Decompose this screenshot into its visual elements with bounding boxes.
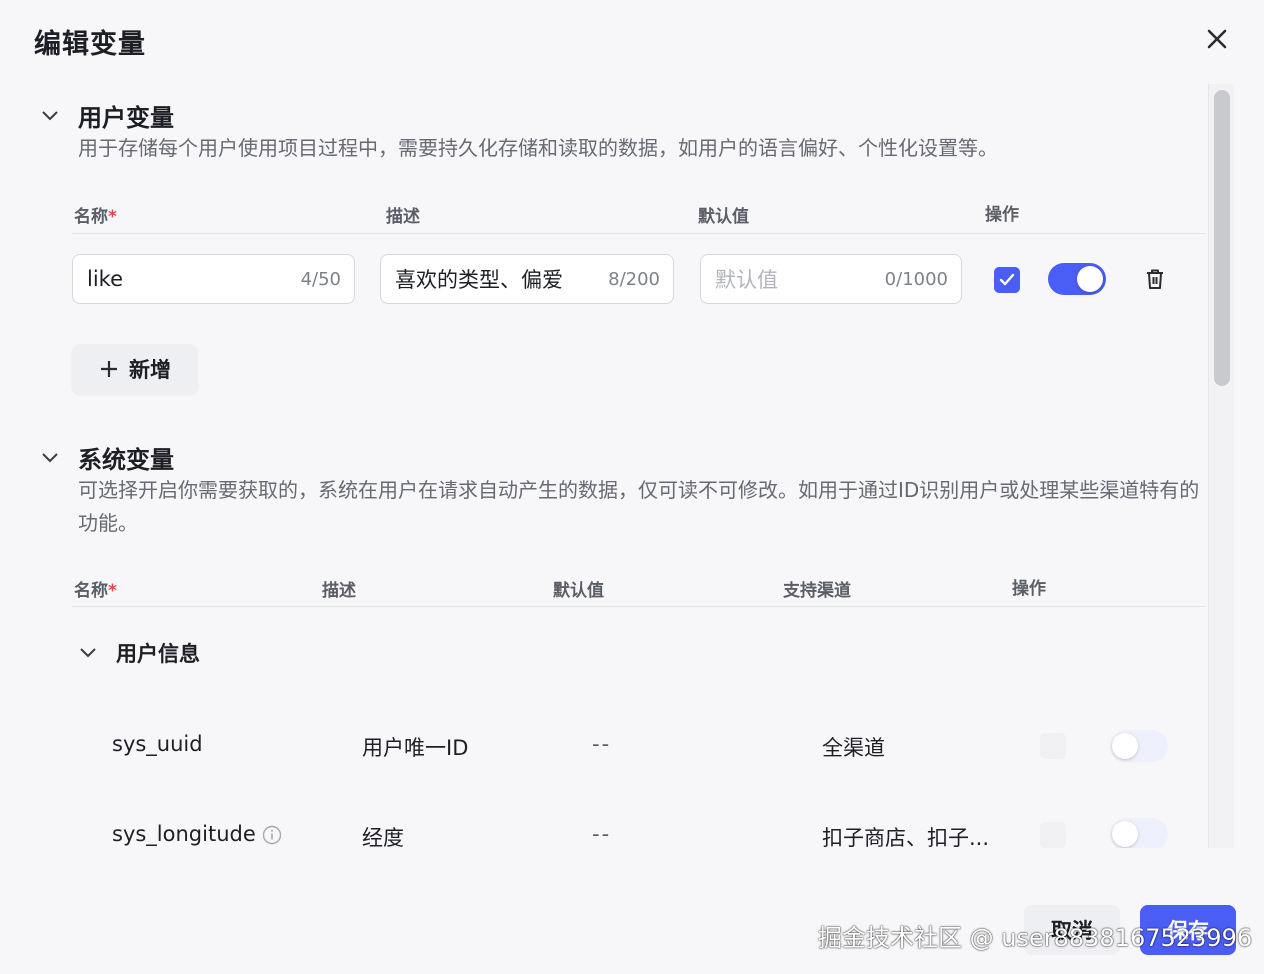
system-var-default: -- [592,822,612,846]
system-var-channel: 全渠道 [822,736,885,760]
toggle-knob [1112,821,1138,847]
variable-default-placeholder: 默认值 [715,268,778,292]
add-variable-button[interactable]: 新增 [72,344,198,394]
system-column-header-description: 描述 [322,581,356,601]
save-button[interactable]: 保存 [1140,905,1236,955]
close-icon [1207,29,1227,49]
system-var-toggle[interactable] [1110,818,1168,848]
check-icon [999,273,1015,286]
user-variables-header[interactable]: 用户变量 [40,98,174,133]
user-variables-description: 用于存储每个用户使用项目过程中，需要持久化存储和读取的数据，如用户的语言偏好、个… [78,136,998,160]
column-header-name: 名称* [74,207,117,227]
variable-checkbox[interactable] [994,267,1020,293]
group-user-info-title: 用户信息 [116,642,200,666]
add-variable-label: 新增 [129,358,171,382]
system-variables-description: 可选择开启你需要获取的，系统在用户在请求自动产生的数据，仅可读不可修改。如用于通… [78,478,1200,535]
system-var-default: -- [592,732,612,756]
variable-default-count: 0/1000 [884,268,948,290]
system-var-channel: 扣子商店、扣子... [822,826,990,848]
column-header-description: 描述 [386,207,420,227]
plus-icon [99,359,119,379]
scrollbar-thumb[interactable] [1214,90,1230,386]
delete-variable-button[interactable] [1142,266,1168,292]
close-button[interactable] [1200,22,1234,56]
variable-name-count: 4/50 [300,268,341,290]
user-variables-title: 用户变量 [78,104,174,132]
group-user-info-header[interactable]: 用户信息 [78,638,200,668]
system-var-description: 经度 [362,826,404,848]
variable-description-value: 喜欢的类型、偏爱 [395,268,563,292]
chevron-down-icon [40,448,60,468]
dialog-body[interactable]: 用户变量 用于存储每个用户使用项目过程中，需要持久化存储和读取的数据，如用户的语… [0,84,1206,848]
system-header-divider [72,606,1206,607]
variable-description-input[interactable]: 喜欢的类型、偏爱 8/200 [380,254,674,304]
cancel-button[interactable]: 取消 [1024,905,1120,955]
system-column-header-name: 名称* [74,581,117,601]
dialog-title: 编辑变量 [34,29,146,60]
system-var-toggle[interactable] [1110,730,1168,762]
column-header-default: 默认值 [698,207,749,227]
variable-description-count: 8/200 [608,268,660,290]
system-var-checkbox-disabled [1040,733,1066,759]
variable-default-input[interactable]: 默认值 0/1000 [700,254,962,304]
toggle-knob [1077,266,1103,292]
system-column-header-default: 默认值 [553,581,604,601]
column-header-action: 操作 [985,205,1019,225]
system-var-checkbox-disabled [1040,822,1066,848]
variable-name-input[interactable]: like 4/50 [72,254,355,304]
system-var-name: sys_longitude [112,822,282,846]
system-column-header-channel: 支持渠道 [783,581,851,601]
variable-name-value: like [87,267,124,291]
system-variables-title: 系统变量 [78,446,174,474]
header-divider [72,233,1206,234]
trash-icon [1147,269,1163,289]
system-var-description: 用户唯一ID [362,736,469,760]
info-icon[interactable] [262,825,282,845]
chevron-down-icon [40,106,60,126]
system-variables-header[interactable]: 系统变量 [40,440,174,475]
toggle-knob [1112,733,1138,759]
system-var-name: sys_uuid [112,732,203,756]
edit-variables-dialog: 编辑变量 用户变量 用于存储每个用户使用项目过程中，需要持久化存储和读取的数据，… [0,0,1264,974]
chevron-down-icon [78,643,98,663]
system-column-header-action: 操作 [1012,579,1046,599]
variable-enable-toggle[interactable] [1048,263,1106,295]
